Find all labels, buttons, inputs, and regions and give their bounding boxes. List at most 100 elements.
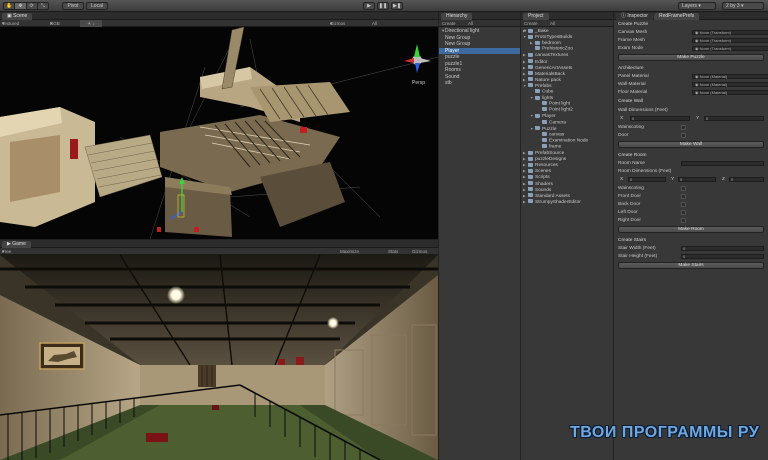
pause-icon: ❚❚ <box>378 3 388 9</box>
pivot-toggle[interactable]: Pivot <box>62 2 84 10</box>
tab-inspector[interactable]: ⓘ Inspector <box>616 13 653 20</box>
right-door-checkbox[interactable] <box>681 218 686 223</box>
game-viewport[interactable] <box>0 255 438 460</box>
wall-wainscoting-checkbox[interactable] <box>681 125 686 130</box>
scene-viewport[interactable]: Persp <box>0 27 438 239</box>
project-item[interactable]: ▶ MaterialsBack <box>523 71 565 77</box>
tab-scene[interactable]: ▣ Scene <box>2 13 33 20</box>
layers-label: Layers <box>682 3 698 9</box>
make-puzzle-button[interactable]: Make Puzzle <box>618 54 764 61</box>
scale-tool-icon[interactable]: ⤡ <box>38 3 48 9</box>
room-name-input[interactable] <box>681 161 764 166</box>
project-item[interactable]: ▶ bedroom <box>530 40 561 46</box>
hierarchy-item[interactable]: puzzle1 <box>439 61 520 67</box>
scene-tab-label: Scene <box>13 13 28 19</box>
wall-material-field[interactable]: ◉ None (Material) <box>692 82 768 87</box>
scene-control-bar: Textured ▾ RGB ▾ ☀ ♪ Gizmos ▾ All <box>0 20 438 27</box>
right-door-row: Right Door <box>618 217 764 224</box>
exam-node-field[interactable]: ◉ None (Transform) <box>692 46 768 51</box>
wall-y-input[interactable]: 0 <box>704 116 764 121</box>
folder-icon <box>528 150 533 155</box>
stair-width-input[interactable]: 0 <box>681 246 764 251</box>
project-item[interactable]: ▶ StrumpyShaderEditor <box>523 199 581 205</box>
hierarchy-item[interactable]: Sound <box>439 74 520 80</box>
pause-button[interactable]: ❚❚ <box>377 2 389 10</box>
project-item[interactable]: ▶ puzzleDesigns <box>523 156 566 162</box>
game-tabbar: ▶ Game <box>0 240 438 248</box>
hierarchy-item-label: New Group <box>445 34 471 41</box>
left-door-checkbox[interactable] <box>681 210 686 215</box>
tab-redframeprefs[interactable]: RedFramePrefs <box>654 13 700 20</box>
hand-tool-icon[interactable]: ✋ <box>4 3 16 9</box>
wall-y-label: Y <box>696 116 700 121</box>
tab-game[interactable]: ▶ Game <box>2 241 31 248</box>
room-y-input[interactable]: 0 <box>678 177 716 182</box>
floor-material-field[interactable]: ◉ None (Material) <box>692 90 768 95</box>
render-mode-dropdown[interactable]: RGB ▾ <box>50 20 60 27</box>
panel-material-field[interactable]: ◉ None (Material) <box>692 74 768 79</box>
tab-hierarchy[interactable]: Hierarchy <box>441 13 473 20</box>
project-item[interactable]: ▶ Shaders <box>523 181 553 187</box>
project-item[interactable]: Cube <box>530 89 553 95</box>
play-button[interactable]: ▶ <box>363 2 375 10</box>
room-dims-label: Room Dimensions (Feet) <box>618 169 672 174</box>
project-item[interactable]: PrehistoricZoo <box>530 46 573 52</box>
project-item[interactable]: Point light <box>537 101 570 107</box>
project-item[interactable]: ▶ GenericArtAssets <box>523 65 572 71</box>
hierarchy-item[interactable]: stb <box>439 80 520 86</box>
rotate-tool-icon[interactable]: ⟳ <box>27 3 38 9</box>
make-stairs-button[interactable]: Make Stairs <box>618 262 764 269</box>
hierarchy-item-label: Sound <box>445 73 460 80</box>
game-control-bar: Free Aspect ▾ Maximize on Play Stats Giz… <box>0 248 438 261</box>
project-item[interactable]: ▶ canvasTextures <box>523 52 568 58</box>
make-wall-button[interactable]: Make Wall <box>618 141 764 148</box>
local-toggle[interactable]: Local <box>86 2 108 10</box>
project-item[interactable]: Point light2 <box>537 107 573 113</box>
front-door-checkbox[interactable] <box>681 194 686 199</box>
room-x-input[interactable]: 0 <box>628 177 666 182</box>
project-item[interactable]: ▶ Scenes <box>523 168 551 174</box>
shading-dropdown[interactable]: Textured ▾ <box>2 20 19 27</box>
hierarchy-item[interactable]: New Group <box>439 35 520 41</box>
project-item[interactable]: ▼ lights <box>530 95 553 101</box>
layers-dropdown[interactable]: Layers ▾ <box>678 2 716 10</box>
project-item[interactable]: canvas <box>537 131 564 138</box>
project-item[interactable]: ▶ Resources <box>523 162 558 168</box>
step-button[interactable]: ▶❚ <box>391 2 403 10</box>
project-item[interactable]: ▶ PrefabSource <box>523 150 564 156</box>
scene-toggles[interactable]: ☀ ♪ <box>80 20 102 27</box>
gizmos-dropdown[interactable]: Gizmos ▾ <box>330 20 345 27</box>
aspect-dropdown[interactable]: Free Aspect ▾ <box>2 248 16 261</box>
project-item[interactable]: Examination Node <box>537 137 588 144</box>
project-item[interactable]: ▼ Player <box>530 113 556 119</box>
project-item[interactable]: ▶ Editor <box>523 59 548 65</box>
hierarchy-item[interactable]: Rooms <box>439 67 520 73</box>
project-item[interactable]: ▼ Puzzle <box>530 126 556 132</box>
frame-mesh-field[interactable]: ◉ None (Transform) <box>692 38 768 43</box>
make-room-button[interactable]: Make Room <box>618 226 764 233</box>
stair-height-input[interactable]: 0 <box>681 254 764 259</box>
make-room-label: Make Room <box>678 227 704 232</box>
wall-x-input[interactable]: 0 <box>630 116 690 121</box>
hierarchy-item[interactable]: New Group <box>439 41 520 47</box>
tab-project[interactable]: Project <box>523 13 549 20</box>
project-item[interactable]: frame <box>537 143 561 150</box>
project-item[interactable]: ▶ Standard Assets <box>523 193 570 199</box>
room-z-input[interactable]: 0 <box>729 177 764 182</box>
hierarchy-item[interactable]: Directional light <box>439 28 520 34</box>
project-item[interactable]: ▶ Sounds <box>523 187 551 193</box>
back-door-checkbox[interactable] <box>681 202 686 207</box>
project-item[interactable]: ▼ Prefabs <box>523 83 552 89</box>
project-item[interactable]: Camera <box>537 119 566 126</box>
project-item[interactable]: ▶ _Bake <box>523 28 549 34</box>
project-item[interactable]: ▶ Scripts <box>523 174 550 180</box>
room-wainscoting-checkbox[interactable] <box>681 186 686 191</box>
canvas-mesh-field[interactable]: ◉ None (Transform) <box>692 30 768 35</box>
hierarchy-item[interactable]: Player <box>439 47 520 54</box>
project-item[interactable]: ▼ ProtoTypesBuilds <box>523 34 572 40</box>
project-item[interactable]: ▶ Nature pack <box>523 77 561 83</box>
hierarchy-item[interactable]: puzzle <box>439 54 520 60</box>
wall-door-checkbox[interactable] <box>681 133 686 138</box>
layout-dropdown[interactable]: 2 by 3 ▾ <box>722 2 764 10</box>
move-tool-icon[interactable]: ✥ <box>15 3 27 9</box>
